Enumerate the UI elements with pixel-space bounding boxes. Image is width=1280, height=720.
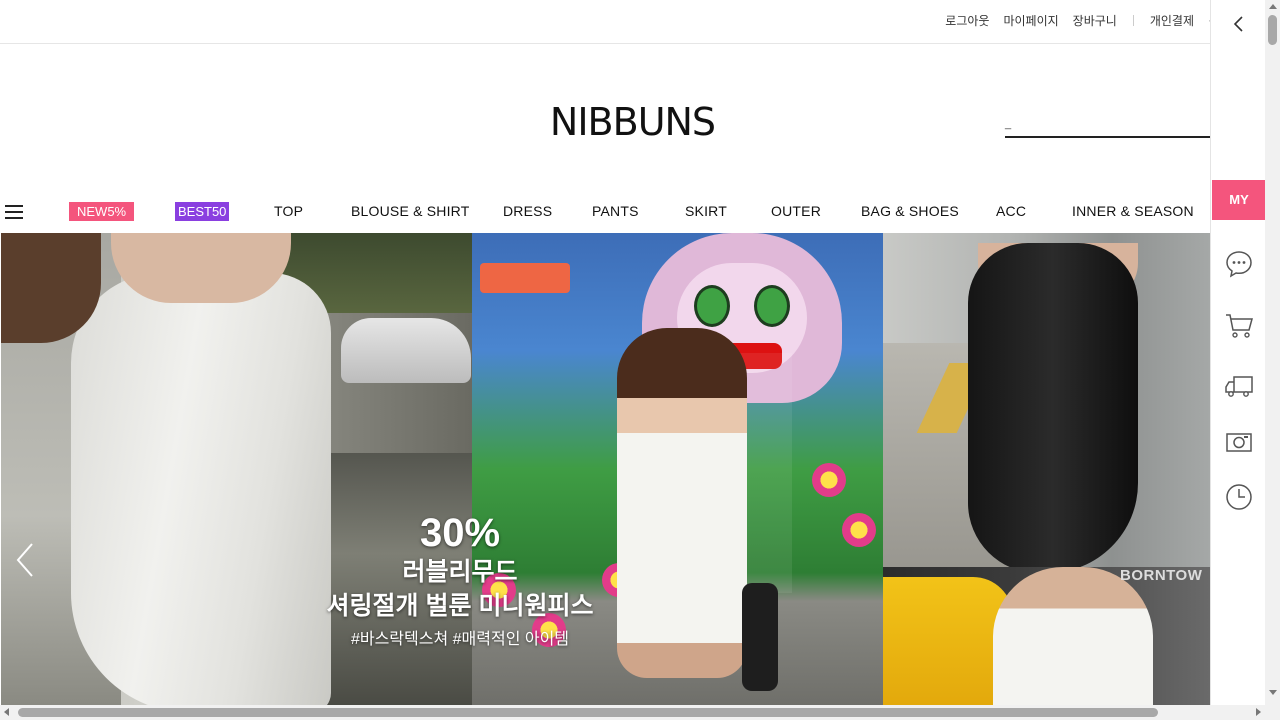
cart-link[interactable]: 장바구니	[1073, 12, 1117, 29]
scroll-right-arrow[interactable]	[1256, 708, 1261, 716]
banner-hashtags: #바스락텍스쳐 #매력적인 아이템	[350, 631, 570, 648]
search-box: _	[1005, 108, 1210, 138]
main-banner[interactable]: BORNTOW 30% 러블리무드 셔링절개 벌룬 미니원피스 #바스락텍스쳐 …	[0, 233, 1210, 705]
banner-headline: 러블리무드	[402, 558, 518, 586]
mypage-link[interactable]: 마이페이지	[1003, 12, 1058, 29]
divider	[1132, 14, 1134, 26]
search-cursor: _	[1005, 118, 1012, 130]
chevron-left-icon[interactable]	[1229, 12, 1249, 36]
horizontal-scroll-thumb[interactable]	[18, 708, 1158, 717]
logout-link[interactable]: 로그아웃	[945, 12, 989, 29]
nav-item-skirt[interactable]: SKIRT	[685, 203, 727, 219]
banner-photo-right-bottom: BORNTOW	[883, 567, 1210, 705]
banner-discount: 30%	[419, 511, 501, 555]
scroll-up-arrow[interactable]	[1269, 4, 1277, 9]
my-button[interactable]: MY	[1212, 180, 1266, 220]
nav-item-inner-season[interactable]: INNER & SEASON	[1072, 203, 1194, 219]
hamburger-icon[interactable]	[5, 205, 23, 219]
nav-item-pants[interactable]: PANTS	[592, 203, 639, 219]
nav-item-bag-shoes[interactable]: BAG & SHOES	[861, 203, 959, 219]
nav-badge-new[interactable]: NEW5%	[69, 202, 135, 221]
clock-icon[interactable]	[1224, 482, 1254, 512]
quick-sidebar: MY	[1210, 0, 1266, 705]
banner-product-name: 셔링절개 벌룬 미니원피스	[326, 592, 594, 620]
vertical-scroll-thumb[interactable]	[1268, 15, 1277, 45]
nav-item-blouse-shirt[interactable]: BLOUSE & SHIRT	[351, 203, 469, 219]
horizontal-scrollbar[interactable]	[0, 705, 1280, 720]
scroll-down-arrow[interactable]	[1269, 690, 1277, 695]
category-nav: NEW5% BEST50 TOP BLOUSE & SHIRT DRESS PA…	[0, 196, 1210, 228]
search-input[interactable]	[1005, 108, 1210, 136]
truck-icon[interactable]	[1224, 371, 1254, 401]
banner-photo-right-top	[883, 233, 1210, 567]
nav-item-top[interactable]: TOP	[274, 203, 303, 219]
personal-payment-link[interactable]: 개인결제	[1150, 12, 1194, 29]
cart-icon[interactable]	[1224, 310, 1254, 340]
chevron-left-icon[interactable]	[14, 540, 38, 580]
nav-item-dress[interactable]: DRESS	[503, 203, 552, 219]
banner-sign-text: BORNTOW	[1120, 567, 1203, 584]
vertical-scrollbar[interactable]	[1265, 0, 1280, 705]
scroll-left-arrow[interactable]	[4, 708, 9, 716]
banner-caption: 30% 러블리무드 셔링절개 벌룬 미니원피스 #바스락텍스쳐 #매력적인 아이…	[300, 511, 620, 653]
nav-badge-best[interactable]: BEST50	[175, 202, 230, 221]
utility-links: 로그아웃 마이페이지 장바구니 개인결제 ·	[931, 0, 1212, 40]
camera-icon[interactable]	[1224, 427, 1254, 457]
chat-icon[interactable]	[1224, 249, 1254, 279]
browser-viewport: 로그아웃 마이페이지 장바구니 개인결제 · NIBBUNS _ NEW5% B…	[0, 0, 1280, 720]
nav-item-outer[interactable]: OUTER	[771, 203, 821, 219]
top-utility-bar: 로그아웃 마이페이지 장바구니 개인결제 ·	[0, 0, 1212, 44]
nav-item-acc[interactable]: ACC	[996, 203, 1026, 219]
